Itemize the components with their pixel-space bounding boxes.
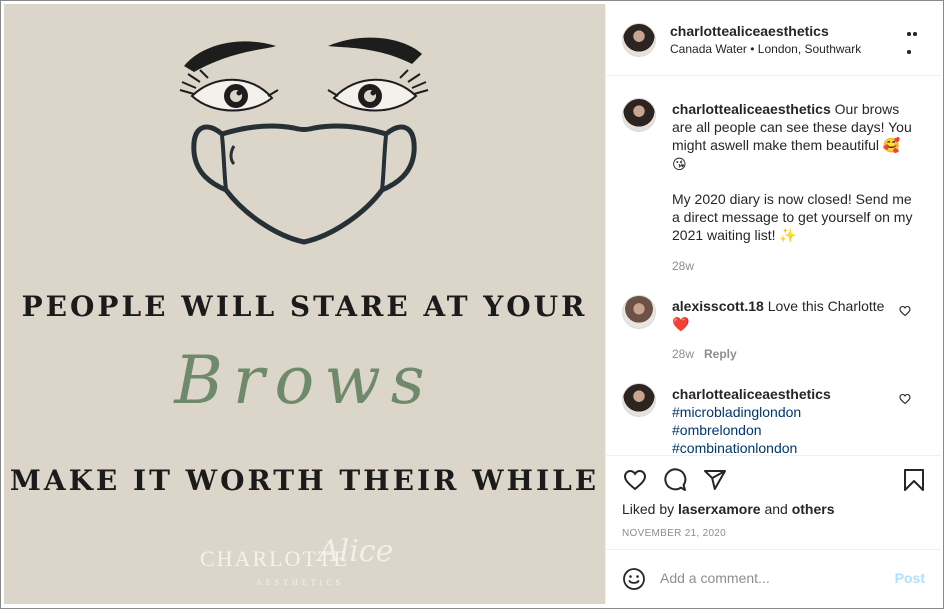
hashtag-link[interactable]: #combinationlondon [672,439,918,454]
post-actions: Liked by laserxamore and others NOVEMBER… [606,455,941,549]
caption: charlottealiceaesthetics Our brows are a… [672,100,918,174]
post-image: PEOPLE WILL STARE AT YOUR Brows MAKE IT … [4,4,605,604]
liked-by-text: Liked by laserxamore and others [622,501,835,517]
comment-bubble-icon[interactable] [662,468,688,492]
comment-emoji-heart: ❤️ [672,317,690,333]
avatar[interactable] [622,383,656,417]
caption-age[interactable]: 28w [672,259,694,273]
post-sidebar: charlottealiceaesthetics Canada Water • … [605,4,941,604]
add-comment-bar: Post [606,549,941,605]
like-heart-icon[interactable] [622,468,648,492]
comment-username[interactable]: charlottealiceaesthetics [672,386,831,402]
post-header: charlottealiceaesthetics Canada Water • … [606,4,941,76]
comment: alexisscott.18 Love this Charlotte ❤️ [672,297,918,334]
header-username[interactable]: charlottealiceaesthetics [670,23,829,39]
hashtag-link[interactable]: #microbladinglondon [672,403,918,421]
logo-script-text: Alice [318,534,394,569]
liked-by-and: and [764,501,788,517]
instagram-post-modal: PEOPLE WILL STARE AT YOUR Brows MAKE IT … [0,0,944,609]
liked-by-others-link[interactable]: others [792,501,835,517]
caption-emoji-sparkles: ✨ [779,228,797,244]
headline-bottom: MAKE IT WORTH THEIR WHILE [9,464,600,497]
comment-username[interactable]: alexisscott.18 [672,298,764,314]
avatar[interactable] [622,295,656,329]
post-comment-button[interactable]: Post [895,570,925,586]
caption-paragraph-2: My 2020 diary is now closed! Send me a d… [672,190,918,245]
share-send-icon[interactable] [702,468,728,492]
heart-outline-icon[interactable] [899,393,911,405]
comments-list: charlottealiceaesthetics Our brows are a… [606,76,941,454]
logo-sub-text: AESTHETICS [256,578,344,587]
liked-by-prefix: Liked by [622,501,675,517]
liked-by-user-link[interactable]: laserxamore [678,501,761,517]
comment-input[interactable] [660,567,880,589]
brand-logo: CHARLOTTE Alice AESTHETICS [200,534,420,594]
post-date[interactable]: NOVEMBER 21, 2020 [622,528,726,539]
header-location[interactable]: Canada Water • London, Southwark [670,42,861,56]
bookmark-icon[interactable] [903,468,925,492]
comment: charlottealiceaesthetics #microbladinglo… [672,385,918,454]
comment-meta: 28w Reply [672,347,737,361]
headline-top: PEOPLE WILL STARE AT YOUR [21,290,588,323]
reply-button[interactable]: Reply [704,347,737,361]
heart-outline-icon[interactable] [899,305,911,317]
emoji-smiley-icon[interactable] [622,567,646,591]
caption-username[interactable]: charlottealiceaesthetics [672,101,831,117]
hashtag-link[interactable]: #ombrelondon [672,421,918,439]
caption-emoji-kiss: 😘 [672,157,687,173]
comment-text: Love this Charlotte [767,298,885,314]
headline-script-word: Brows [174,342,435,419]
avatar[interactable] [622,23,656,57]
face-mask-illustration [179,37,429,245]
caption-emoji-smiling-hearts: 🥰 [882,138,901,154]
more-horizontal-icon[interactable] [907,32,923,54]
avatar[interactable] [622,98,656,132]
comment-age[interactable]: 28w [672,347,694,361]
